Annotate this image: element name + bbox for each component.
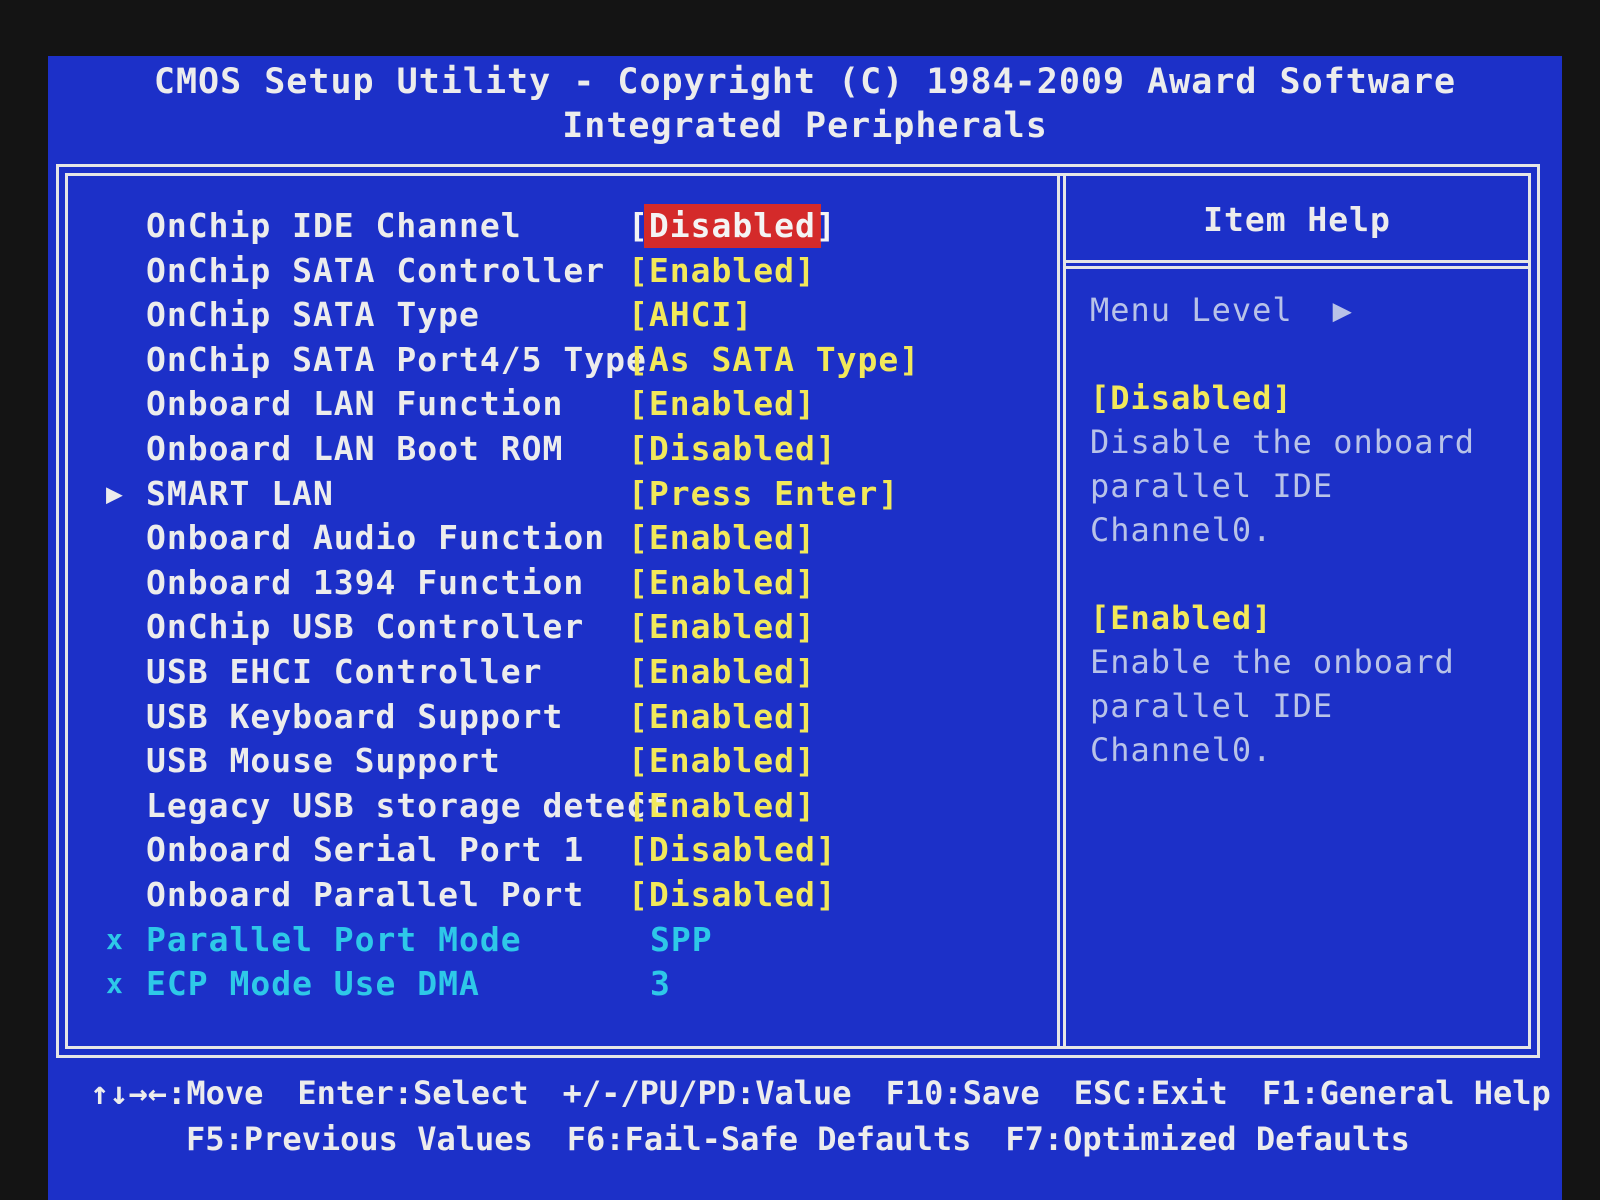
setting-value[interactable]: [Enabled] xyxy=(628,695,816,739)
setting-value[interactable]: [Enabled] xyxy=(628,249,816,293)
key-hint: ↑↓→←:Move xyxy=(90,1074,264,1112)
setting-value[interactable]: [AHCI] xyxy=(628,293,753,337)
help-header-divider xyxy=(1066,260,1528,263)
setting-value[interactable]: [Disabled] xyxy=(628,204,837,248)
unavailable-x-icon: x xyxy=(106,922,123,956)
setting-label: ECP Mode Use DMA xyxy=(146,964,480,1004)
setting-value[interactable]: [Enabled] xyxy=(628,784,816,828)
help-option-enabled: [Enabled] xyxy=(1090,599,1273,637)
help-option-disabled: [Disabled] xyxy=(1090,379,1293,417)
setting-label: Onboard LAN Function xyxy=(146,384,564,424)
help-option-disabled-desc-line1: Disable the onboard xyxy=(1090,423,1476,461)
setting-label: Parallel Port Mode xyxy=(146,919,522,959)
setting-label: Onboard LAN Boot ROM xyxy=(146,428,564,468)
panel-divider-inner xyxy=(1063,176,1066,1046)
setting-value[interactable]: [Enabled] xyxy=(628,605,816,649)
help-option-enabled-desc-line2: parallel IDE Channel0. xyxy=(1090,687,1334,769)
key-hint: F10:Save xyxy=(885,1074,1040,1112)
setting-value[interactable]: [As SATA Type] xyxy=(628,338,920,382)
setting-value[interactable]: [Enabled] xyxy=(628,516,816,560)
key-hint: ESC:Exit xyxy=(1073,1074,1228,1112)
setting-label: Onboard Parallel Port xyxy=(146,874,585,914)
key-hint: Enter:Select xyxy=(297,1074,529,1112)
setting-label: Legacy USB storage detect xyxy=(146,785,668,825)
setting-label: USB Keyboard Support xyxy=(146,696,564,736)
setting-value[interactable]: [Disabled] xyxy=(628,427,837,471)
setting-value[interactable]: [Enabled] xyxy=(628,382,816,426)
setting-row[interactable]: Legacy USB storage detect [Enabled] xyxy=(68,784,1053,829)
setting-label: OnChip SATA Controller xyxy=(146,250,606,290)
key-hint: F1:General Help xyxy=(1261,1074,1551,1112)
setting-row[interactable]: OnChip IDE Channel [Disabled] xyxy=(68,204,1053,249)
key-hint: +/-/PU/PD:Value xyxy=(562,1074,852,1112)
main-frame: OnChip IDE Channel [Disabled] OnChip SATA … xyxy=(56,164,1540,1058)
setting-label: USB Mouse Support xyxy=(146,741,501,781)
setting-row[interactable]: USB Mouse Support [Enabled] xyxy=(68,739,1053,784)
key-hint: F7:Optimized Defaults xyxy=(1005,1120,1410,1158)
setting-value: 3 xyxy=(650,964,671,1004)
setting-value[interactable]: [Press Enter] xyxy=(628,472,899,516)
key-help-line-2: F5:Previous Values F6:Fail-Safe Defaults F… xyxy=(186,1120,1600,1158)
setting-label: OnChip SATA Port4/5 Type xyxy=(146,339,647,379)
menu-level-arrow-icon: ▶ xyxy=(1332,291,1353,329)
help-header-divider-inner xyxy=(1066,266,1528,269)
setting-label: OnChip USB Controller xyxy=(146,607,585,647)
help-option-enabled-desc-line1: Enable the onboard xyxy=(1090,643,1455,681)
setting-value[interactable]: [Enabled] xyxy=(628,650,816,694)
key-help-line-1: ↑↓→←:Move Enter:Select +/-/PU/PD:Value F10:… xyxy=(90,1074,1600,1112)
setting-row[interactable]: OnChip USB Controller [Enabled] xyxy=(68,605,1053,650)
panel-divider xyxy=(1057,176,1060,1046)
setting-row[interactable]: Onboard 1394 Function [Enabled] xyxy=(68,561,1053,606)
bios-screen: CMOS Setup Utility - Copyright (C) 1984-… xyxy=(48,56,1562,1200)
setting-label: USB EHCI Controller xyxy=(146,651,543,691)
setting-value[interactable]: [Disabled] xyxy=(628,828,837,872)
setting-row[interactable]: Onboard LAN Boot ROM [Disabled] xyxy=(68,427,1053,472)
setting-row[interactable]: Onboard LAN Function [Enabled] xyxy=(68,382,1053,427)
menu-level-label: Menu Level xyxy=(1090,291,1293,329)
setting-row[interactable]: Onboard Parallel Port [Disabled] xyxy=(68,873,1053,918)
main-frame-inner: OnChip IDE Channel [Disabled] OnChip SATA … xyxy=(65,173,1531,1049)
setting-label: Onboard 1394 Function xyxy=(146,562,585,602)
setting-label: SMART LAN xyxy=(146,473,334,513)
help-spacer xyxy=(1090,552,1518,596)
menu-level-line: Menu Level ▶ xyxy=(1090,288,1518,332)
setting-row: x Parallel Port Mode SPP xyxy=(68,918,1053,963)
settings-list: OnChip IDE Channel [Disabled] OnChip SATA … xyxy=(68,204,1053,1007)
setting-row[interactable]: ▶ SMART LAN [Press Enter] xyxy=(68,472,1053,517)
setting-value[interactable]: [Enabled] xyxy=(628,739,816,783)
help-spacer xyxy=(1090,332,1518,376)
key-hint: F5:Previous Values xyxy=(186,1120,533,1158)
setting-value: SPP xyxy=(650,919,713,959)
setting-label: Onboard Audio Function xyxy=(146,518,606,558)
setting-label: OnChip IDE Channel xyxy=(146,206,522,245)
page-title: Integrated Peripherals xyxy=(562,106,1048,146)
key-hint: F6:Fail-Safe Defaults xyxy=(566,1120,972,1158)
utility-title: CMOS Setup Utility - Copyright (C) 1984-… xyxy=(153,62,1457,102)
setting-row[interactable]: OnChip SATA Type [AHCI] xyxy=(68,293,1053,338)
setting-row[interactable]: USB Keyboard Support [Enabled] xyxy=(68,695,1053,740)
item-help-panel: Menu Level ▶ [Disabled] Disable the onboa… xyxy=(1090,288,1518,772)
setting-row[interactable]: OnChip SATA Port4/5 Type [As SATA Type] xyxy=(68,338,1053,383)
setting-value[interactable]: [Disabled] xyxy=(628,873,837,917)
setting-row[interactable]: OnChip SATA Controller [Enabled] xyxy=(68,249,1053,294)
setting-row[interactable]: Onboard Audio Function [Enabled] xyxy=(68,516,1053,561)
submenu-arrow-icon: ▶ xyxy=(106,476,123,510)
setting-row: x ECP Mode Use DMA 3 xyxy=(68,962,1053,1007)
item-help-title: Item Help xyxy=(1203,200,1391,239)
setting-value[interactable]: [Enabled] xyxy=(628,561,816,605)
help-option-disabled-desc-line2: parallel IDE Channel0. xyxy=(1090,467,1334,549)
setting-row[interactable]: USB EHCI Controller [Enabled] xyxy=(68,650,1053,695)
setting-label: Onboard Serial Port 1 xyxy=(146,830,585,870)
setting-row[interactable]: Onboard Serial Port 1 [Disabled] xyxy=(68,828,1053,873)
unavailable-x-icon: x xyxy=(106,967,123,1001)
setting-label: OnChip SATA Type xyxy=(146,295,480,335)
